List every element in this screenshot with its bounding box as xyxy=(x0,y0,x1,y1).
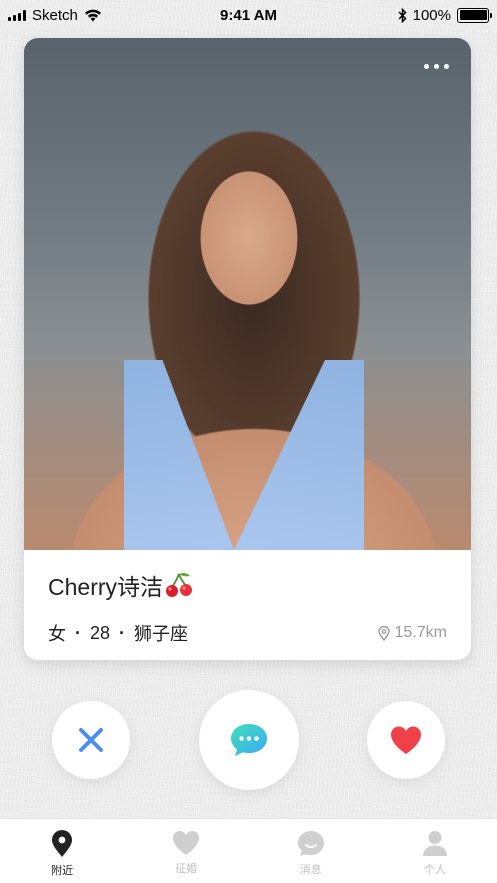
status-time: 9:41 AM xyxy=(220,6,277,24)
heart-icon xyxy=(391,726,421,754)
person-icon xyxy=(422,831,447,856)
battery-icon xyxy=(457,7,492,23)
tab-matchmaking[interactable]: 征婚 xyxy=(124,819,248,883)
profile-photo[interactable] xyxy=(24,38,471,550)
status-left: Sketch xyxy=(8,7,102,24)
tab-messages[interactable]: 消息 xyxy=(249,819,373,883)
profile-gender: 女 xyxy=(48,624,66,644)
chat-bubble-icon xyxy=(297,831,324,856)
bluetooth-icon xyxy=(398,7,407,23)
dislike-button[interactable] xyxy=(52,701,130,779)
distance-value: 15.7km xyxy=(394,624,447,641)
tab-label: 附近 xyxy=(51,865,74,877)
battery-percent: 100% xyxy=(412,6,451,24)
status-right: 100% xyxy=(398,6,492,24)
wifi-icon xyxy=(84,9,101,21)
profile-name: Cherry诗洁 xyxy=(48,574,164,600)
tab-nearby[interactable]: 附近 xyxy=(0,819,124,883)
profile-meta-row: 女 · 28 · 狮子座 15.7km xyxy=(48,620,447,646)
heart-icon xyxy=(173,831,200,855)
chat-button[interactable] xyxy=(199,690,299,790)
like-button[interactable] xyxy=(367,701,445,779)
location-pin-icon xyxy=(377,625,390,641)
carrier-label: Sketch xyxy=(32,6,78,24)
profile-card[interactable]: Cherry诗洁 女 · 28 · 狮子座 15.7km xyxy=(24,38,471,660)
photo-shoulders xyxy=(24,340,471,550)
profile-attributes: 女 · 28 · 狮子座 xyxy=(48,620,188,646)
tab-profile[interactable]: 个人 xyxy=(373,819,497,883)
profile-age: 28 xyxy=(90,622,111,643)
chat-bubble-icon xyxy=(231,724,267,756)
signal-icon xyxy=(8,9,26,21)
location-pin-icon xyxy=(52,830,73,857)
distance-info: 15.7km xyxy=(377,624,447,642)
profile-zodiac: 狮子座 xyxy=(134,624,189,644)
more-options-icon[interactable] xyxy=(424,64,449,69)
profile-name-row: Cherry诗洁 xyxy=(48,568,447,602)
cherry-icon xyxy=(166,572,193,597)
status-bar: Sketch 9:41 AM 100% xyxy=(0,0,497,30)
close-icon xyxy=(79,728,103,752)
tab-bar: 附近 征婚 消息 个人 xyxy=(0,818,497,883)
profile-info: Cherry诗洁 女 · 28 · 狮子座 15.7km xyxy=(24,550,471,660)
separator-dot: · xyxy=(119,622,126,643)
tab-label: 个人 xyxy=(423,864,446,876)
tab-label: 消息 xyxy=(299,864,322,876)
separator-dot: · xyxy=(75,622,81,643)
tab-label: 征婚 xyxy=(175,863,198,875)
